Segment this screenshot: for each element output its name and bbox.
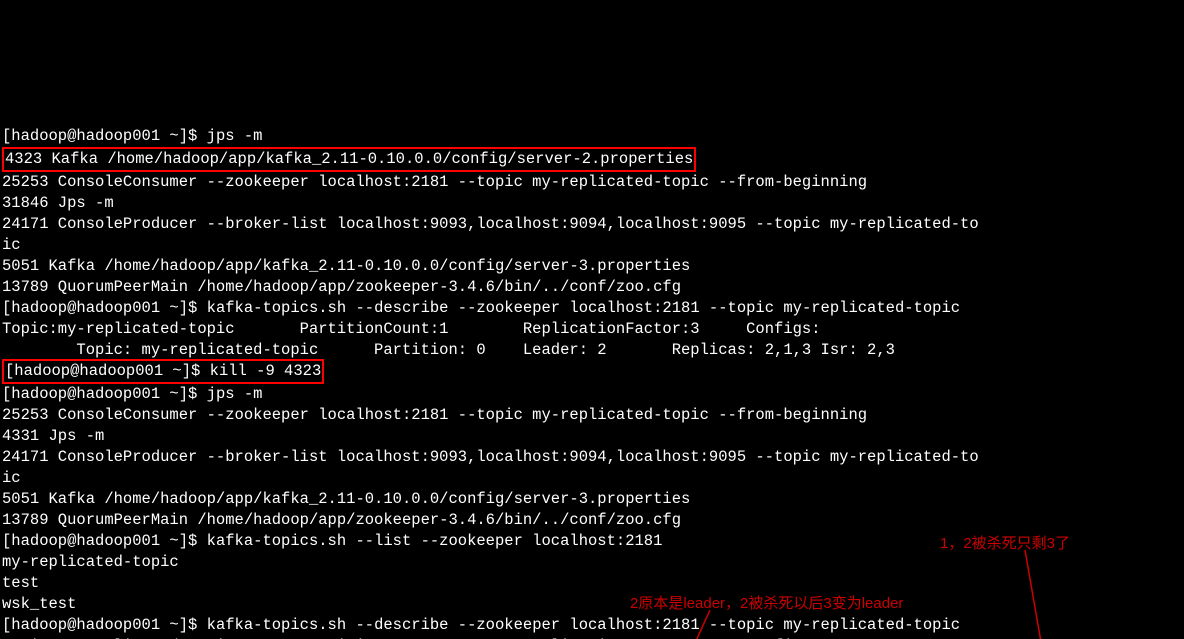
annotation-leader: 2原本是leader，2被杀死以后3变为leader: [630, 593, 903, 614]
terminal-window[interactable]: [hadoop@hadoop001 ~]$ jps -m 4323 Kafka …: [0, 105, 1184, 639]
jps-line: 31846 Jps -m: [2, 194, 114, 212]
prompt: [hadoop@hadoop001 ~]$: [2, 127, 207, 145]
topic-name: wsk_test: [2, 595, 76, 613]
jps-line: 25253 ConsoleConsumer --zookeeper localh…: [2, 406, 867, 424]
prompt: [hadoop@hadoop001 ~]$: [2, 532, 207, 550]
jps-line: 13789 QuorumPeerMain /home/hadoop/app/zo…: [2, 511, 681, 529]
prompt: [hadoop@hadoop001 ~]$: [2, 385, 207, 403]
jps-line: 5051 Kafka /home/hadoop/app/kafka_2.11-0…: [2, 257, 690, 275]
prompt: [hadoop@hadoop001 ~]$: [2, 616, 207, 634]
jps-line: 24171 ConsoleProducer --broker-list loca…: [2, 448, 979, 466]
jps-line: ic: [2, 469, 21, 487]
arrow-to-isr: [1005, 550, 1065, 639]
topic-desc-line: Topic:my-replicated-topic PartitionCount…: [2, 320, 821, 338]
jps-line: ic: [2, 236, 21, 254]
cmd-kafka-describe: kafka-topics.sh --describe --zookeeper l…: [207, 616, 960, 634]
cmd-kafka-describe: kafka-topics.sh --describe --zookeeper l…: [207, 299, 960, 317]
topic-desc-line: Topic:my-replicated-topic PartitionCount…: [2, 637, 821, 639]
jps-line: 25253 ConsoleConsumer --zookeeper localh…: [2, 173, 867, 191]
cmd-jps: jps -m: [207, 385, 263, 403]
topic-name: test: [2, 574, 39, 592]
kafka-process-highlight: 4323 Kafka /home/hadoop/app/kafka_2.11-0…: [2, 147, 696, 172]
jps-line: 24171 ConsoleProducer --broker-list loca…: [2, 215, 979, 233]
jps-line: 13789 QuorumPeerMain /home/hadoop/app/zo…: [2, 278, 681, 296]
prompt: [hadoop@hadoop001 ~]$: [2, 299, 207, 317]
topic-desc-line: Topic: my-replicated-topic Partition: 0 …: [2, 341, 895, 359]
kill-cmd-highlight: [hadoop@hadoop001 ~]$ kill -9 4323: [2, 359, 324, 384]
topic-name: my-replicated-topic: [2, 553, 179, 571]
cmd-kafka-list: kafka-topics.sh --list --zookeeper local…: [207, 532, 663, 550]
jps-line: 4331 Jps -m: [2, 427, 104, 445]
annotation-isr: 1，2被杀死只剩3了: [940, 533, 1070, 554]
jps-line: 5051 Kafka /home/hadoop/app/kafka_2.11-0…: [2, 490, 690, 508]
cmd-jps: jps -m: [207, 127, 263, 145]
